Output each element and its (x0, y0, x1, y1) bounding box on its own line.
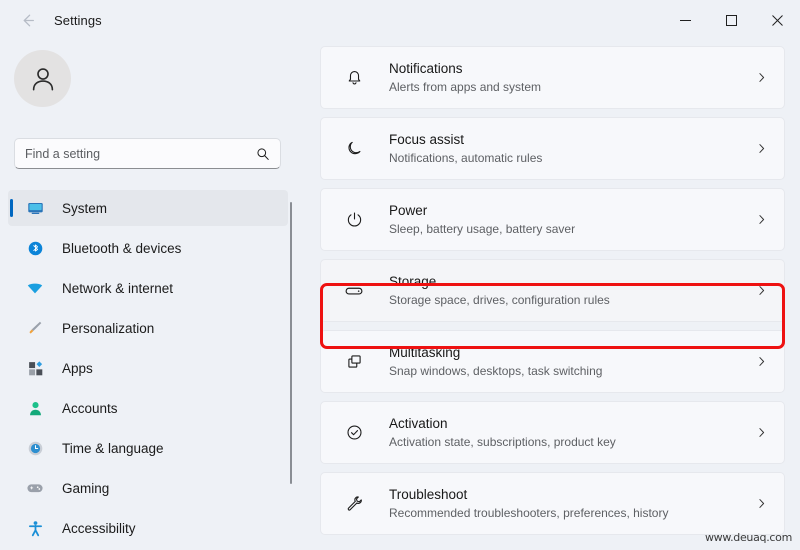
sidebar-item-network-internet[interactable]: Network & internet (8, 270, 288, 306)
apps-icon (24, 358, 46, 378)
settings-row-text: Troubleshoot Recommended troubleshooters… (389, 486, 755, 522)
sidebar-item-label: Bluetooth & devices (62, 240, 182, 256)
settings-row-title: Power (389, 202, 428, 218)
drive-icon (339, 276, 369, 306)
monitor-icon (24, 198, 46, 218)
search-input[interactable] (25, 146, 256, 161)
sidebar-item-gaming[interactable]: Gaming (8, 470, 288, 506)
sidebar-item-accessibility[interactable]: Accessibility (8, 510, 288, 546)
gamepad-icon (24, 478, 46, 498)
check-circle-icon (339, 418, 369, 448)
title-bar: Settings (0, 0, 800, 40)
settings-row-title: Troubleshoot (389, 486, 468, 502)
settings-row-title: Notifications (389, 60, 463, 76)
settings-row-subtitle: Sleep, battery usage, battery saver (389, 221, 576, 236)
sidebar-item-label: Time & language (62, 440, 164, 456)
settings-row-title: Storage (389, 273, 437, 289)
search-box[interactable] (14, 138, 281, 169)
settings-row-activation[interactable]: Activation Activation state, subscriptio… (320, 401, 785, 464)
settings-row-text: Storage Storage space, drives, configura… (389, 273, 755, 309)
settings-list: Notifications Alerts from apps and syste… (320, 46, 785, 543)
window-controls (662, 0, 800, 40)
settings-row-text: Activation Activation state, subscriptio… (389, 415, 755, 451)
sidebar-item-label: Accounts (62, 400, 118, 416)
account-icon (24, 398, 46, 418)
sidebar-item-system[interactable]: System (8, 190, 288, 226)
paintbrush-icon (24, 318, 46, 338)
settings-row-text: Multitasking Snap windows, desktops, tas… (389, 344, 755, 380)
chevron-right-icon (755, 355, 768, 368)
minimize-button[interactable] (662, 0, 708, 40)
settings-row-subtitle: Activation state, subscriptions, product… (389, 434, 616, 449)
chevron-right-icon (755, 142, 768, 155)
settings-row-notifications[interactable]: Notifications Alerts from apps and syste… (320, 46, 785, 109)
back-button[interactable] (10, 5, 44, 35)
sidebar-item-time-language[interactable]: Time & language (8, 430, 288, 466)
settings-row-power[interactable]: Power Sleep, battery usage, battery save… (320, 188, 785, 251)
power-icon (339, 205, 369, 235)
settings-row-text: Notifications Alerts from apps and syste… (389, 60, 755, 96)
close-button[interactable] (754, 0, 800, 40)
bluetooth-icon (24, 238, 46, 258)
avatar (14, 50, 71, 107)
settings-row-text: Power Sleep, battery usage, battery save… (389, 202, 755, 238)
window-title: Settings (54, 12, 102, 28)
user-profile[interactable] (14, 50, 71, 107)
settings-row-subtitle: Notifications, automatic rules (389, 150, 543, 165)
sidebar-item-accounts[interactable]: Accounts (8, 390, 288, 426)
sidebar-nav: System Bluetooth & devices Network & int… (8, 190, 288, 550)
sidebar-scrollbar[interactable] (290, 202, 292, 484)
clock-icon (24, 438, 46, 458)
settings-row-troubleshoot[interactable]: Troubleshoot Recommended troubleshooters… (320, 472, 785, 535)
sidebar-item-label: Personalization (62, 320, 155, 336)
settings-row-focus-assist[interactable]: Focus assist Notifications, automatic ru… (320, 117, 785, 180)
settings-row-title: Activation (389, 415, 448, 431)
chevron-right-icon (755, 213, 768, 226)
sidebar-item-label: Apps (62, 360, 93, 376)
wrench-icon (339, 489, 369, 519)
sidebar-item-apps[interactable]: Apps (8, 350, 288, 386)
settings-row-text: Focus assist Notifications, automatic ru… (389, 131, 755, 167)
settings-row-subtitle: Snap windows, desktops, task switching (389, 363, 603, 378)
settings-row-title: Focus assist (389, 131, 465, 147)
settings-window: Settings Find a setting System Bluetooth… (0, 0, 800, 550)
sidebar-item-label: Gaming (62, 480, 110, 496)
search-icon (256, 147, 270, 161)
sidebar-item-label: Network & internet (62, 280, 174, 296)
wifi-icon (24, 278, 46, 298)
settings-row-storage[interactable]: Storage Storage space, drives, configura… (320, 259, 785, 322)
chevron-right-icon (755, 284, 768, 297)
maximize-button[interactable] (708, 0, 754, 40)
chevron-right-icon (755, 497, 768, 510)
sidebar-item-bluetooth-devices[interactable]: Bluetooth & devices (8, 230, 288, 266)
sidebar-item-label: Accessibility (62, 520, 136, 536)
watermark: www.deuaq.com (704, 531, 792, 544)
settings-row-subtitle: Alerts from apps and system (389, 79, 542, 94)
chevron-right-icon (755, 71, 768, 84)
sidebar: System Bluetooth & devices Network (0, 40, 300, 550)
bell-icon (339, 63, 369, 93)
settings-row-multitasking[interactable]: Multitasking Snap windows, desktops, tas… (320, 330, 785, 393)
windows-stack-icon (339, 347, 369, 377)
accessibility-icon (24, 518, 46, 538)
settings-row-subtitle: Storage space, drives, configuration rul… (389, 292, 610, 307)
sidebar-item-personalization[interactable]: Personalization (8, 310, 288, 346)
settings-row-title: Multitasking (389, 344, 461, 360)
chevron-right-icon (755, 426, 768, 439)
settings-row-subtitle: Recommended troubleshooters, preferences… (389, 505, 669, 520)
moon-icon (339, 134, 369, 164)
sidebar-item-label: System (62, 200, 108, 216)
main-content: System Notifications Alerts from apps an… (300, 40, 800, 550)
